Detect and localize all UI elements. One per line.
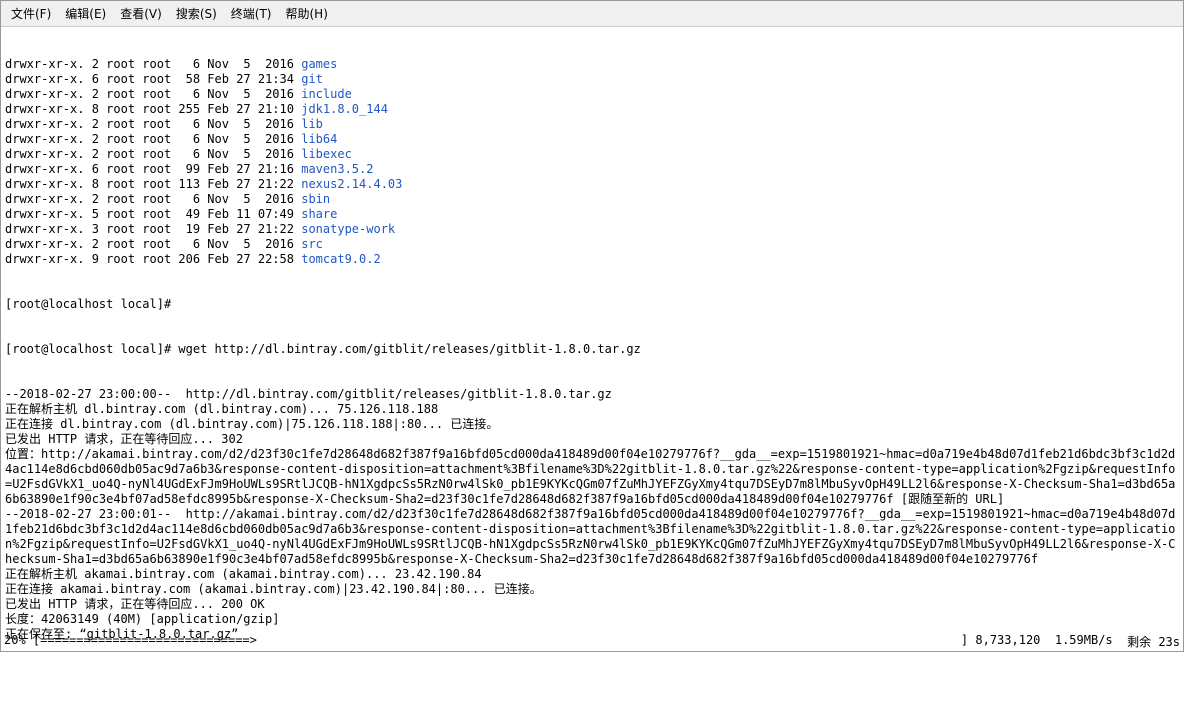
wget-output-line: 已发出 HTTP 请求，正在等待回应... 200 OK [5, 597, 1179, 612]
menu-view[interactable]: 查看(V) [114, 3, 168, 24]
listing-name: sonatype-work [301, 222, 395, 237]
wget-command: [root@localhost local]# wget http://dl.b… [5, 342, 1179, 357]
listing-name: share [301, 207, 337, 222]
listing-perm: drwxr-xr-x. 2 root root 6 Nov 5 2016 [5, 147, 301, 162]
terminal-output[interactable]: drwxr-xr-x. 2 root root 6 Nov 5 2016 gam… [1, 27, 1183, 702]
menubar: 文件(F) 编辑(E) 查看(V) 搜索(S) 终端(T) 帮助(H) [1, 1, 1183, 27]
listing-row: drwxr-xr-x. 2 root root 6 Nov 5 2016 sbi… [5, 192, 1179, 207]
listing-name: src [301, 237, 323, 252]
progress-line: 20% [ =============================> ] 8… [4, 633, 1180, 650]
menu-search[interactable]: 搜索(S) [170, 3, 223, 24]
listing-name: nexus2.14.4.03 [301, 177, 402, 192]
listing-row: drwxr-xr-x. 6 root root 58 Feb 27 21:34 … [5, 72, 1179, 87]
listing-perm: drwxr-xr-x. 5 root root 49 Feb 11 07:49 [5, 207, 301, 222]
listing-perm: drwxr-xr-x. 6 root root 99 Feb 27 21:16 [5, 162, 301, 177]
wget-output-line: 正在连接 dl.bintray.com (dl.bintray.com)|75.… [5, 417, 1179, 432]
listing-name: git [301, 72, 323, 87]
progress-eta: 剩余 23s [1113, 633, 1180, 650]
wget-output-line: --2018-02-27 23:00:00-- http://dl.bintra… [5, 387, 1179, 402]
listing-row: drwxr-xr-x. 8 root root 113 Feb 27 21:22… [5, 177, 1179, 192]
listing-name: include [301, 87, 352, 102]
listing-perm: drwxr-xr-x. 3 root root 19 Feb 27 21:22 [5, 222, 301, 237]
listing-row: drwxr-xr-x. 2 root root 6 Nov 5 2016 gam… [5, 57, 1179, 72]
wget-output-line: --2018-02-27 23:00:01-- http://akamai.bi… [5, 507, 1179, 567]
wget-output-line: 已发出 HTTP 请求，正在等待回应... 302 [5, 432, 1179, 447]
progress-bytes: 8,733,120 [968, 633, 1040, 650]
progress-percent: 20% [4, 633, 26, 650]
listing-perm: drwxr-xr-x. 2 root root 6 Nov 5 2016 [5, 117, 301, 132]
listing-row: drwxr-xr-x. 3 root root 19 Feb 27 21:22 … [5, 222, 1179, 237]
progress-bar-right [257, 633, 961, 650]
listing-row: drwxr-xr-x. 2 root root 6 Nov 5 2016 lib… [5, 132, 1179, 147]
listing-perm: drwxr-xr-x. 9 root root 206 Feb 27 22:58 [5, 252, 301, 267]
listing-row: drwxr-xr-x. 2 root root 6 Nov 5 2016 lib… [5, 147, 1179, 162]
listing-name: games [301, 57, 337, 72]
listing-row: drwxr-xr-x. 5 root root 49 Feb 11 07:49 … [5, 207, 1179, 222]
wget-output-line: 正在连接 akamai.bintray.com (akamai.bintray.… [5, 582, 1179, 597]
listing-name: lib64 [301, 132, 337, 147]
wget-output-line: 正在解析主机 dl.bintray.com (dl.bintray.com)..… [5, 402, 1179, 417]
progress-speed: 1.59MB/s [1040, 633, 1112, 650]
listing-name: tomcat9.0.2 [301, 252, 380, 267]
listing-perm: drwxr-xr-x. 6 root root 58 Feb 27 21:34 [5, 72, 301, 87]
listing-perm: drwxr-xr-x. 8 root root 113 Feb 27 21:22 [5, 177, 301, 192]
listing-perm: drwxr-xr-x. 2 root root 6 Nov 5 2016 [5, 237, 301, 252]
listing-row: drwxr-xr-x. 9 root root 206 Feb 27 22:58… [5, 252, 1179, 267]
listing-perm: drwxr-xr-x. 2 root root 6 Nov 5 2016 [5, 57, 301, 72]
listing-row: drwxr-xr-x. 2 root root 6 Nov 5 2016 lib [5, 117, 1179, 132]
listing-name: libexec [301, 147, 352, 162]
wget-output-line: 正在解析主机 akamai.bintray.com (akamai.bintra… [5, 567, 1179, 582]
progress-bar-end: ] [961, 633, 968, 650]
listing-name: jdk1.8.0_144 [301, 102, 388, 117]
listing-perm: drwxr-xr-x. 2 root root 6 Nov 5 2016 [5, 87, 301, 102]
listing-row: drwxr-xr-x. 6 root root 99 Feb 27 21:16 … [5, 162, 1179, 177]
listing-name: sbin [301, 192, 330, 207]
menu-help[interactable]: 帮助(H) [280, 3, 334, 24]
wget-output-line: 位置：http://akamai.bintray.com/d2/d23f30c1… [5, 447, 1179, 507]
listing-row: drwxr-xr-x. 2 root root 6 Nov 5 2016 inc… [5, 87, 1179, 102]
listing-row: drwxr-xr-x. 8 root root 255 Feb 27 21:10… [5, 102, 1179, 117]
progress-bar-fill: =============================> [40, 633, 257, 650]
listing-perm: drwxr-xr-x. 2 root root 6 Nov 5 2016 [5, 132, 301, 147]
listing-name: maven3.5.2 [301, 162, 373, 177]
menu-edit[interactable]: 编辑(E) [59, 3, 112, 24]
progress-bar-left: [ [26, 633, 40, 650]
listing-name: lib [301, 117, 323, 132]
listing-perm: drwxr-xr-x. 8 root root 255 Feb 27 21:10 [5, 102, 301, 117]
menu-file[interactable]: 文件(F) [5, 3, 57, 24]
listing-perm: drwxr-xr-x. 2 root root 6 Nov 5 2016 [5, 192, 301, 207]
menu-terminal[interactable]: 终端(T) [225, 3, 278, 24]
prompt-line: [root@localhost local]# [5, 297, 1179, 312]
wget-output-line: 长度：42063149 (40M) [application/gzip] [5, 612, 1179, 627]
listing-row: drwxr-xr-x. 2 root root 6 Nov 5 2016 src [5, 237, 1179, 252]
